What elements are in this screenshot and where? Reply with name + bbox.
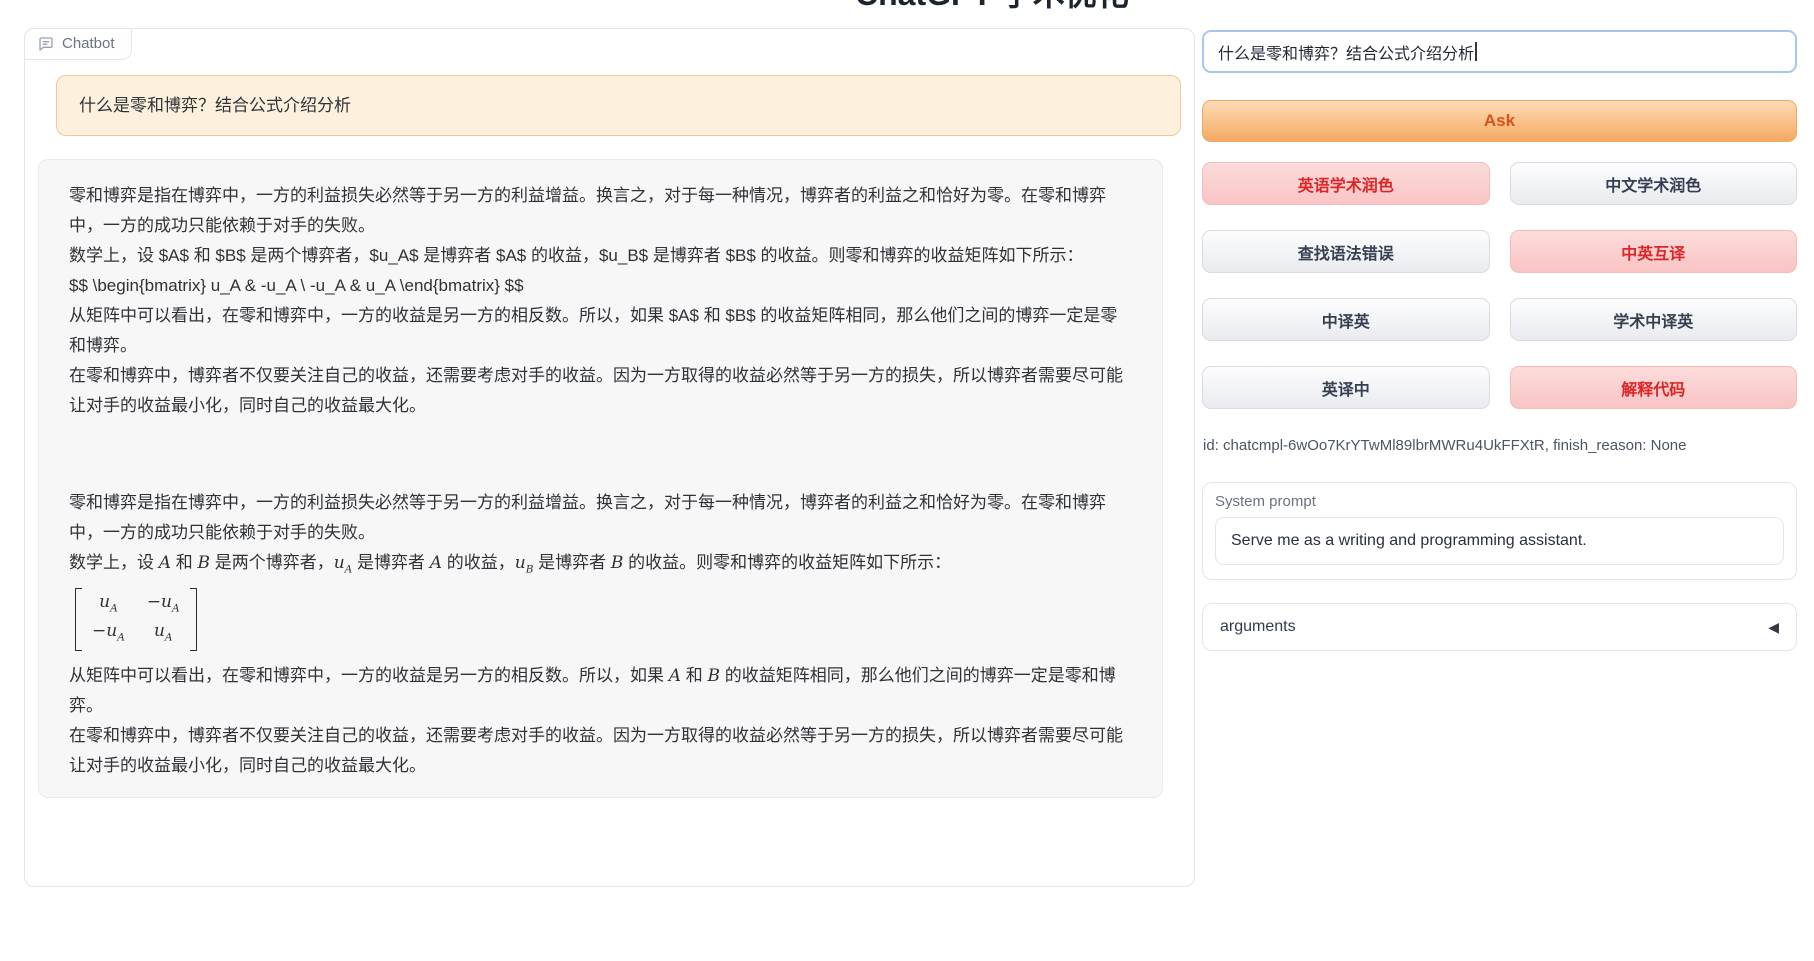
message-gap xyxy=(69,421,1132,488)
math-var: A xyxy=(430,553,442,573)
text-cursor xyxy=(1475,42,1477,61)
function-button-grid: 英语学术润色 中文学术润色 查找语法错误 中英互译 中译英 学术中译英 英译中 … xyxy=(1202,162,1797,409)
matrix-cell: uA xyxy=(147,620,180,648)
bot-message-bubble: 零和博弈是指在博弈中，一方的利益损失必然等于另一方的利益增益。换言之，对于每一种… xyxy=(38,159,1163,798)
matrix-cell: −uA xyxy=(92,620,125,648)
matrix-cell: −uA xyxy=(147,591,180,619)
user-message-bubble: 什么是零和博弈？结合公式介绍分析 xyxy=(56,75,1181,136)
system-prompt-input[interactable]: Serve me as a writing and programming as… xyxy=(1215,517,1784,565)
system-prompt-label: System prompt xyxy=(1215,493,1784,510)
bot-raw-latex-line: $$ \begin{bmatrix} u_A & -u_A \ -u_A & u… xyxy=(69,271,1132,301)
math-var: A xyxy=(159,553,171,573)
math-var: B xyxy=(707,666,720,686)
matrix-cell: uA xyxy=(92,591,125,619)
btn-academic-zh-to-en[interactable]: 学术中译英 xyxy=(1510,298,1798,341)
btn-chinese-academic-polish[interactable]: 中文学术润色 xyxy=(1510,162,1798,205)
chat-bubble-icon xyxy=(38,36,54,52)
bot-rendered-paragraph-4: 从矩阵中可以看出，在零和博弈中，一方的收益是另一方的相反数。所以，如果 A 和 … xyxy=(69,661,1132,721)
bot-rendered-paragraph-1: 零和博弈是指在博弈中，一方的利益损失必然等于另一方的利益增益。换言之，对于每一种… xyxy=(69,488,1132,548)
accordion-collapsed-arrow-icon: ◀ xyxy=(1768,619,1779,636)
page-title: ChatGPT 学术优化 xyxy=(855,0,1129,15)
bot-raw-paragraph-2: 数学上，设 $A$ 和 $B$ 是两个博弈者，$u_A$ 是博弈者 $A$ 的收… xyxy=(69,241,1132,271)
arguments-accordion[interactable]: arguments ◀ xyxy=(1202,603,1797,651)
math-var: uA xyxy=(334,553,353,573)
completion-status-line: id: chatcmpl-6wOo7KrYTwMl89lbrMWRu4UkFFX… xyxy=(1203,437,1687,454)
bot-rendered-paragraph-5: 在零和博弈中，博弈者不仅要关注自己的收益，还需要考虑对手的收益。因为一方取得的收… xyxy=(69,721,1132,781)
math-var: B xyxy=(197,553,210,573)
math-var: uB xyxy=(515,553,534,573)
system-prompt-card: System prompt Serve me as a writing and … xyxy=(1202,482,1797,580)
btn-en-to-zh[interactable]: 英译中 xyxy=(1202,366,1490,409)
chatbot-panel-label-text: Chatbot xyxy=(62,35,115,52)
bot-raw-paragraph-4: 从矩阵中可以看出，在零和博弈中，一方的收益是另一方的相反数。所以，如果 $A$ … xyxy=(69,301,1132,361)
btn-zh-en-mutual-translate[interactable]: 中英互译 xyxy=(1510,230,1798,273)
btn-explain-code[interactable]: 解释代码 xyxy=(1510,366,1798,409)
math-var: A xyxy=(669,666,681,686)
matrix-right-bracket xyxy=(190,588,197,651)
chatbot-panel-label: Chatbot xyxy=(24,28,132,60)
math-var: B xyxy=(611,553,624,573)
bot-raw-paragraph-5: 在零和博弈中，博弈者不仅要关注自己的收益，还需要考虑对手的收益。因为一方取得的收… xyxy=(69,361,1132,421)
btn-english-academic-polish[interactable]: 英语学术润色 xyxy=(1202,162,1490,205)
ask-button[interactable]: Ask xyxy=(1202,100,1797,142)
btn-find-grammar-errors[interactable]: 查找语法错误 xyxy=(1202,230,1490,273)
user-message-text: 什么是零和博弈？结合公式介绍分析 xyxy=(79,96,351,115)
question-input[interactable]: 什么是零和博弈？结合公式介绍分析 xyxy=(1202,30,1797,73)
payoff-matrix: uA −uA −uA uA xyxy=(75,588,197,651)
app-root: { "page": { "clipped_title": "ChatGPT 学术… xyxy=(0,0,1814,961)
bot-rendered-paragraph-2: 数学上，设 A 和 B 是两个博弈者，uA 是博弈者 A 的收益，uB 是博弈者… xyxy=(69,548,1132,584)
arguments-accordion-label: arguments xyxy=(1220,618,1296,636)
controls-column: 什么是零和博弈？结合公式介绍分析 Ask 英语学术润色 中文学术润色 查找语法错… xyxy=(1202,0,1797,961)
bot-raw-paragraph-1: 零和博弈是指在博弈中，一方的利益损失必然等于另一方的利益增益。换言之，对于每一种… xyxy=(69,181,1132,241)
question-input-value: 什么是零和博弈？结合公式介绍分析 xyxy=(1218,40,1474,64)
chatbot-panel: Chatbot 什么是零和博弈？结合公式介绍分析 零和博弈是指在博弈中，一方的利… xyxy=(24,28,1195,887)
matrix-left-bracket xyxy=(75,588,82,651)
btn-zh-to-en[interactable]: 中译英 xyxy=(1202,298,1490,341)
system-prompt-value: Serve me as a writing and programming as… xyxy=(1231,532,1587,550)
